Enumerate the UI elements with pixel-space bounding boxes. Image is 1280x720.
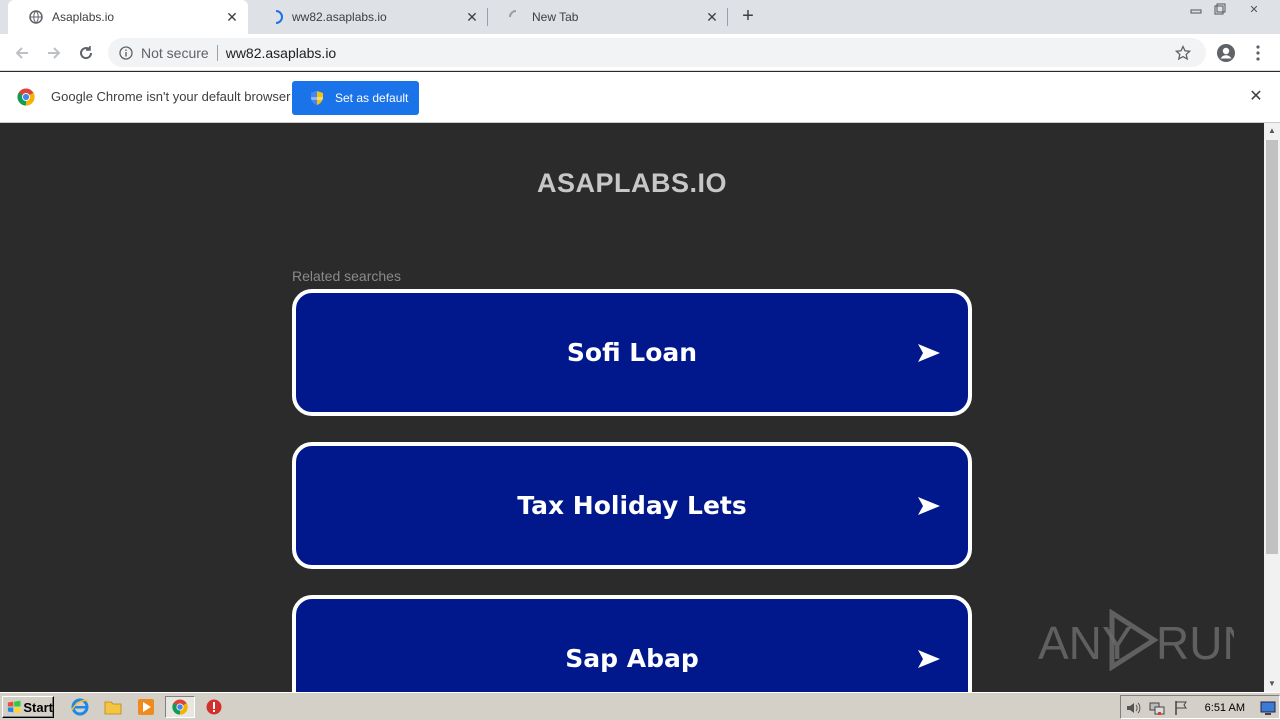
media-player-icon[interactable] [136, 697, 156, 717]
page-scrollbar[interactable]: ▲ ▼ [1264, 123, 1280, 692]
scroll-up-icon[interactable]: ▲ [1264, 123, 1280, 139]
minimize-icon[interactable] [1184, 0, 1208, 18]
close-tab-icon[interactable]: ✕ [464, 9, 480, 25]
search-link-label: Sap Abap [565, 644, 699, 673]
svg-text:RUN: RUN [1156, 617, 1234, 669]
scrollbar-thumb[interactable] [1266, 140, 1278, 554]
site-title: ASAPLABS.IO [536, 168, 728, 198]
new-tab-button[interactable]: + [737, 6, 759, 28]
network-icon[interactable] [1149, 700, 1165, 716]
chrome-logo-icon [17, 88, 35, 106]
tab-new-tab[interactable]: New Tab ✕ [488, 0, 728, 34]
search-link-sofi-loan[interactable]: Sofi Loan [292, 289, 972, 416]
tab-strip: Asaplabs.io ✕ ww82.asaplabs.io ✕ New Tab… [0, 0, 1280, 34]
close-tab-icon[interactable]: ✕ [704, 9, 720, 25]
arrow-right-icon [918, 343, 940, 362]
tab-ww82[interactable]: ww82.asaplabs.io ✕ [248, 0, 488, 34]
set-as-default-button[interactable]: Set as default [292, 81, 419, 115]
arrow-right-icon [918, 649, 940, 668]
anyrun-watermark-logo: ANY RUN [1038, 609, 1234, 671]
start-label: Start [23, 699, 53, 715]
start-button[interactable]: Start [2, 696, 54, 718]
search-link-label: Sofi Loan [566, 338, 698, 367]
scroll-down-icon[interactable]: ▼ [1264, 676, 1280, 692]
tab-title: ww82.asaplabs.io [292, 10, 387, 24]
infobar-message: Google Chrome isn't your default browser [51, 89, 291, 104]
url-text[interactable]: ww82.asaplabs.io [226, 45, 337, 61]
show-desktop-icon[interactable] [1260, 700, 1276, 716]
tab-divider [727, 8, 728, 26]
action-center-flag-icon[interactable] [1173, 700, 1189, 716]
set-as-default-label: Set as default [335, 91, 409, 105]
windows-logo-icon [7, 700, 21, 714]
account-icon[interactable] [1214, 41, 1238, 65]
omnibox-divider [216, 44, 218, 61]
tab-asaplabs[interactable]: Asaplabs.io ✕ [8, 0, 248, 34]
close-tab-icon[interactable]: ✕ [224, 9, 240, 25]
tab-title: Asaplabs.io [52, 10, 115, 24]
tab-title: New Tab [532, 10, 579, 24]
close-infobar-icon[interactable]: ✕ [1248, 89, 1264, 105]
address-bar[interactable]: Not secure ww82.asaplabs.io [108, 38, 1206, 67]
related-searches-label: Related searches [292, 268, 401, 284]
menu-dots-icon[interactable] [1246, 41, 1270, 65]
info-icon[interactable] [118, 45, 134, 61]
browser-toolbar: Not secure ww82.asaplabs.io [0, 34, 1280, 71]
loading-icon [508, 9, 524, 25]
forward-icon[interactable] [42, 41, 66, 65]
loading-icon [268, 9, 284, 25]
file-explorer-icon[interactable] [103, 697, 123, 717]
system-tray: 6:51 AM [1120, 695, 1280, 719]
search-link-tax-holiday-lets[interactable]: Tax Holiday Lets [292, 442, 972, 569]
search-link-sap-abap[interactable]: Sap Abap [292, 595, 972, 692]
stop-app-icon[interactable] [204, 697, 224, 717]
bookmark-star-icon[interactable] [1174, 44, 1192, 62]
reload-icon[interactable] [74, 41, 98, 65]
windows-taskbar: Start 6:51 AM [0, 692, 1280, 720]
chrome-taskbar-icon[interactable] [165, 696, 195, 718]
arrow-right-icon [918, 496, 940, 515]
back-icon[interactable] [10, 41, 34, 65]
globe-icon [28, 9, 44, 25]
clock[interactable]: 6:51 AM [1205, 702, 1245, 714]
default-browser-infobar: Google Chrome isn't your default browser… [0, 72, 1280, 123]
restore-icon[interactable] [1208, 0, 1232, 18]
security-label: Not secure [141, 44, 209, 61]
internet-explorer-icon[interactable] [70, 697, 90, 717]
search-link-label: Tax Holiday Lets [517, 491, 747, 520]
web-page: ASAPLABS.IO Related searches Sofi Loan T… [0, 123, 1264, 692]
uac-shield-icon [311, 91, 323, 105]
volume-icon[interactable] [1125, 700, 1141, 716]
close-window-icon[interactable]: ✕ [1242, 0, 1266, 18]
